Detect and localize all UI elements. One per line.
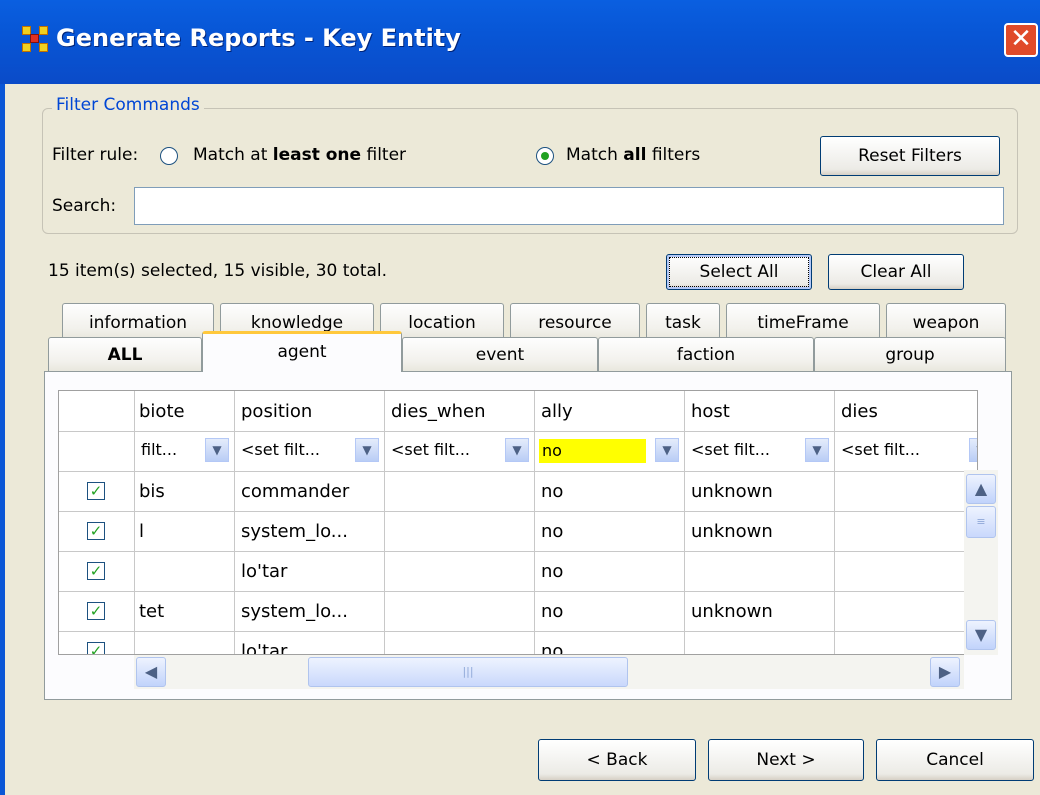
entity-table[interactable]: biote position dies_when ally host dies … — [58, 390, 978, 655]
row-checkbox[interactable]: ✓ — [87, 642, 105, 654]
table-cell: no — [541, 561, 564, 582]
chevron-down-icon[interactable]: ▼ — [655, 438, 679, 462]
radio-match-all[interactable] — [536, 147, 554, 165]
scroll-up-icon[interactable]: ▲ — [966, 474, 996, 504]
column-header[interactable]: dies — [841, 401, 977, 422]
chevron-down-icon[interactable]: ▼ — [969, 438, 977, 462]
table-cell: unknown — [691, 481, 773, 502]
filter-rule-label: Filter rule: — [52, 145, 139, 165]
radio-match-least-one-label[interactable]: Match at least one filter — [193, 145, 406, 165]
table-cell: lo'tar — [241, 561, 288, 582]
scroll-down-icon[interactable]: ▼ — [966, 620, 996, 650]
table-cell: system_lo... — [241, 601, 348, 622]
column-header[interactable]: dies_when — [391, 401, 531, 422]
row-checkbox[interactable]: ✓ — [87, 482, 105, 500]
column-header[interactable]: position — [241, 401, 381, 422]
tab-resource[interactable]: resource — [510, 303, 640, 339]
next-button[interactable]: Next > — [708, 739, 864, 781]
column-filter-select[interactable]: <set filt...▼ — [687, 435, 831, 467]
radio-match-all-label[interactable]: Match all filters — [566, 145, 700, 165]
vertical-scroll-thumb[interactable]: ≡ — [966, 506, 996, 538]
table-cell: no — [541, 641, 564, 655]
scroll-right-icon[interactable]: ▶ — [930, 657, 960, 687]
chevron-down-icon[interactable]: ▼ — [805, 438, 829, 462]
row-checkbox[interactable]: ✓ — [87, 602, 105, 620]
select-all-button[interactable]: Select All — [666, 254, 812, 290]
table-cell: system_lo... — [241, 521, 348, 542]
table-cell: l — [139, 521, 145, 542]
column-header[interactable]: biote — [139, 401, 231, 422]
vertical-scrollbar[interactable]: ▲ ≡ ▼ — [964, 470, 998, 655]
row-checkbox[interactable]: ✓ — [87, 562, 105, 580]
close-icon[interactable]: ✕ — [1004, 23, 1038, 57]
tab-information[interactable]: information — [62, 303, 214, 339]
column-filter-select[interactable]: filt... ▼ — [137, 435, 231, 467]
tab-event[interactable]: event — [402, 337, 598, 372]
horizontal-scroll-thumb[interactable]: ||| — [308, 657, 628, 687]
column-filter-select[interactable]: no ▼ — [537, 435, 681, 467]
title-bar: Generate Reports - Key Entity ✕ — [0, 0, 1040, 84]
app-icon — [22, 26, 48, 52]
tab-group[interactable]: group — [814, 337, 1006, 372]
tab-task[interactable]: task — [646, 303, 720, 339]
selection-status: 15 item(s) selected, 15 visible, 30 tota… — [48, 261, 388, 281]
row-checkbox[interactable]: ✓ — [87, 522, 105, 540]
tab-all[interactable]: ALL — [48, 337, 202, 372]
tab-faction[interactable]: faction — [598, 337, 814, 372]
search-label: Search: — [52, 196, 117, 216]
radio-match-least-one[interactable] — [160, 147, 178, 165]
column-header[interactable]: ally — [541, 401, 681, 422]
tab-weapon[interactable]: weapon — [886, 303, 1006, 339]
window-frame — [0, 84, 5, 795]
table-cell: no — [541, 601, 564, 622]
tab-agent[interactable]: agent — [202, 331, 402, 372]
table-cell: unknown — [691, 521, 773, 542]
column-filter-select[interactable]: <set filt...▼ — [837, 435, 977, 467]
table-cell: tet — [139, 601, 165, 622]
horizontal-scrollbar[interactable]: ◀ ||| ▶ — [134, 655, 964, 689]
column-header[interactable]: host — [691, 401, 831, 422]
clear-all-button[interactable]: Clear All — [828, 254, 964, 290]
cancel-button[interactable]: Cancel — [876, 739, 1034, 781]
reset-filters-button[interactable]: Reset Filters — [820, 136, 1000, 176]
table-cell: no — [541, 481, 564, 502]
column-filter-select[interactable]: <set filt...▼ — [387, 435, 531, 467]
column-filter-select[interactable]: <set filt...▼ — [237, 435, 381, 467]
table-cell: lo'tar — [241, 641, 288, 655]
table-cell: unknown — [691, 601, 773, 622]
tab-timeframe[interactable]: timeFrame — [726, 303, 880, 339]
table-cell: no — [541, 521, 564, 542]
table-cell: bis — [139, 481, 165, 502]
scroll-left-icon[interactable]: ◀ — [136, 657, 166, 687]
back-button[interactable]: < Back — [538, 739, 696, 781]
chevron-down-icon[interactable]: ▼ — [205, 438, 229, 462]
table-cell: commander — [241, 481, 350, 502]
chevron-down-icon[interactable]: ▼ — [505, 438, 529, 462]
ally-filter-value: no — [539, 439, 646, 463]
chevron-down-icon[interactable]: ▼ — [355, 438, 379, 462]
filter-commands-title: Filter Commands — [52, 95, 204, 115]
window-title: Generate Reports - Key Entity — [56, 24, 461, 52]
search-input[interactable] — [134, 187, 1004, 225]
